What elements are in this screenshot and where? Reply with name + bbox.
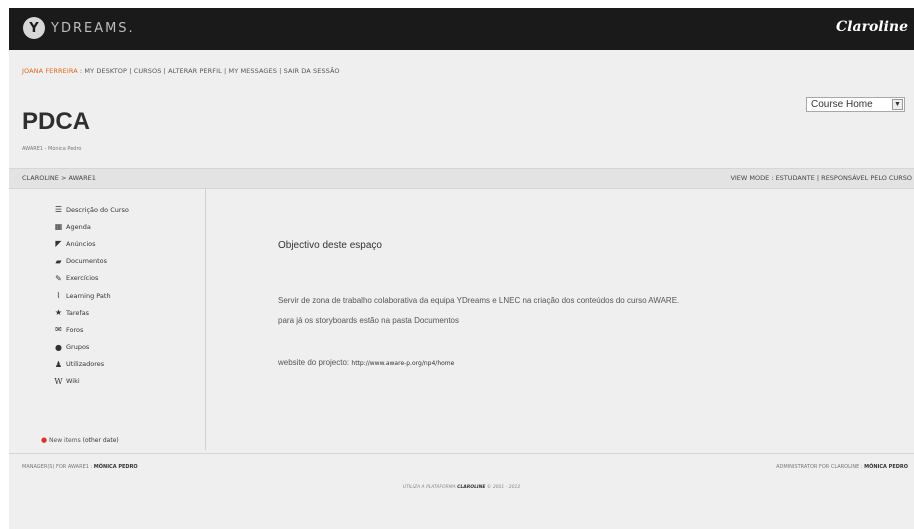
storyboards-paragraph: para já os storyboards estão na pasta Do… xyxy=(278,316,459,325)
forum-icon: ✉ xyxy=(55,325,62,335)
view-mode-responsavel[interactable]: RESPONSÁVEL PELO CURSO xyxy=(821,174,912,182)
sidebar-item-label: Learning Path xyxy=(66,291,111,300)
sidebar-item-descricao[interactable]: ☰ Descrição do Curso xyxy=(53,201,129,218)
user-name-link[interactable]: JOANA FERREIRA xyxy=(22,67,78,75)
nav-link-sair[interactable]: SAIR DA SESSÃO xyxy=(284,67,340,75)
calendar-icon: ▦ xyxy=(54,222,63,232)
claroline-brand[interactable]: Claroline xyxy=(836,19,908,35)
website-link[interactable]: http://www.aware-p.org/np4/home xyxy=(351,360,454,367)
megaphone-icon: ◤ xyxy=(55,239,62,249)
sidebar-item-label: Wiki xyxy=(66,377,80,386)
nav-link-my-messages[interactable]: MY MESSAGES xyxy=(229,67,277,75)
sidebar-item-label: Exercícios xyxy=(66,274,99,283)
powered-years: © 2001 - 2012 xyxy=(486,485,521,490)
nav-link-my-desktop[interactable]: MY DESKTOP xyxy=(84,67,127,75)
wiki-icon: W xyxy=(54,376,63,386)
sidebar-item-grupos[interactable]: ● Grupos xyxy=(53,339,129,356)
powered-by-label: UTILIZA A PLATAFORMA xyxy=(402,485,456,490)
breadcrumb-bar: CLAROLINE > AWARE1 VIEW MODE : ESTUDANTE… xyxy=(9,168,914,189)
ydreams-logo-icon: Y xyxy=(23,17,45,39)
nav-link-alterar-perfil[interactable]: ALTERAR PERFIL xyxy=(168,67,222,75)
sidebar-item-learning-path[interactable]: ⌇ Learning Path xyxy=(53,287,129,304)
list-icon: ☰ xyxy=(54,205,63,215)
sidebar-item-label: Tarefas xyxy=(66,308,90,317)
star-icon: ★ xyxy=(54,308,63,318)
sidebar-item-anuncios[interactable]: ◤ Anúncios xyxy=(53,235,129,252)
admin-label: ADMINISTRATOR FOR CLAROLINE : xyxy=(776,464,863,470)
powered-by: UTILIZA A PLATAFORMA CLAROLINE © 2001 - … xyxy=(9,485,914,490)
pencil-icon: ✎ xyxy=(55,273,62,283)
course-tool-select[interactable]: Course Home ▼ xyxy=(806,97,905,112)
sidebar-item-label: Descrição do Curso xyxy=(66,205,129,214)
sidebar-item-wiki[interactable]: W Wiki xyxy=(53,373,129,390)
sidebar-item-tarefas[interactable]: ★ Tarefas xyxy=(53,304,129,321)
sidebar-item-label: Agenda xyxy=(66,222,91,231)
sidebar-item-exercicios[interactable]: ✎ Exercícios xyxy=(53,270,129,287)
claroline-link[interactable]: CLAROLINE xyxy=(457,485,485,490)
course-select-value: Course Home xyxy=(811,99,873,110)
sidebar-item-utilizadores[interactable]: ♟ Utilizadores xyxy=(53,356,129,373)
folder-icon: ▰ xyxy=(55,256,62,266)
sidebar-item-label: Grupos xyxy=(66,343,90,352)
view-mode-label: VIEW MODE : xyxy=(730,174,774,182)
managers-label: MANAGER(S) FOR AWARE1 : xyxy=(22,464,93,470)
ydreams-logo[interactable]: Y YDREAMS. xyxy=(23,17,135,39)
sidebar-item-agenda[interactable]: ▦ Agenda xyxy=(53,218,129,235)
description-paragraph: Servir de zona de trabalho colaborativa … xyxy=(278,296,680,305)
course-tools-menu: ☰ Descrição do Curso ▦ Agenda ◤ Anúncios ▰ D… xyxy=(53,201,129,390)
view-mode-estudante[interactable]: ESTUDANTE xyxy=(776,174,815,182)
admin-name-link[interactable]: MÓNICA PEDRO xyxy=(864,464,908,470)
breadcrumb-aware1[interactable]: AWARE1 xyxy=(69,174,96,182)
path-icon: ⌇ xyxy=(56,291,61,301)
website-paragraph: website do projecto: http://www.aware-p.… xyxy=(278,358,454,367)
dropdown-arrow-icon[interactable]: ▼ xyxy=(892,99,903,110)
group-icon: ● xyxy=(55,342,62,352)
new-item-dot-icon: ● xyxy=(41,436,48,444)
logo-text: YDREAMS. xyxy=(51,20,135,36)
course-title: PDCA xyxy=(22,108,91,135)
new-items-legend: ● New items (other date) xyxy=(41,436,119,444)
section-title: Objectivo deste espaço xyxy=(278,240,382,251)
sidebar-item-label: Documentos xyxy=(66,257,108,266)
new-items-label: New items xyxy=(49,437,81,444)
sidebar-item-label: Foros xyxy=(66,325,84,334)
course-subtitle: AWARE1 - Mónica Pedro xyxy=(22,146,82,152)
breadcrumb-separator: > xyxy=(60,174,69,182)
course-managers: MANAGER(S) FOR AWARE1 : MÓNICA PEDRO xyxy=(22,464,138,470)
sidebar-item-documentos[interactable]: ▰ Documentos xyxy=(53,253,129,270)
user-icon: ♟ xyxy=(54,359,63,369)
website-label: website do projecto: xyxy=(278,358,350,367)
top-bar: Y YDREAMS. Claroline xyxy=(9,8,914,50)
app-frame: Y YDREAMS. Claroline JOANA FERREIRA : MY… xyxy=(9,8,914,529)
other-date-label: (other date) xyxy=(82,437,119,444)
platform-administrator: ADMINISTRATOR FOR CLAROLINE : MÓNICA PED… xyxy=(776,464,908,470)
breadcrumb-claroline[interactable]: CLAROLINE xyxy=(22,174,59,182)
view-mode: VIEW MODE : ESTUDANTE | RESPONSÁVEL PELO… xyxy=(730,174,912,182)
breadcrumb: CLAROLINE > AWARE1 xyxy=(22,174,96,182)
sidebar-item-foros[interactable]: ✉ Foros xyxy=(53,321,129,338)
course-tools-sidebar: ☰ Descrição do Curso ▦ Agenda ◤ Anúncios ▰ D… xyxy=(9,188,206,450)
sidebar-item-label: Utilizadores xyxy=(66,360,105,369)
sidebar-item-label: Anúncios xyxy=(66,239,96,248)
nav-link-cursos[interactable]: CURSOS xyxy=(134,67,162,75)
footer-bar: MANAGER(S) FOR AWARE1 : MÓNICA PEDRO ADM… xyxy=(9,453,914,471)
manager-name-link[interactable]: MÓNICA PEDRO xyxy=(94,464,138,470)
user-nav: JOANA FERREIRA : MY DESKTOP | CURSOS | A… xyxy=(22,67,340,75)
